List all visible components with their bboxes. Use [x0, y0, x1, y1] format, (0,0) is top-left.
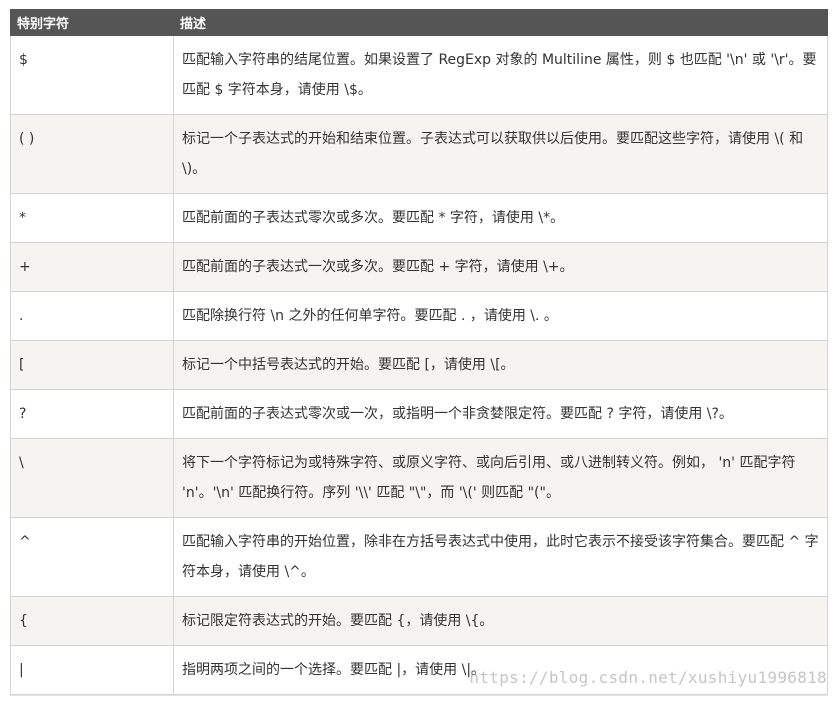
table-row: {标记限定符表达式的开始。要匹配 {，请使用 \{。 [10, 596, 828, 646]
special-char-cell: . [10, 291, 174, 341]
table-row: ( ) 标记一个子表达式的开始和结束位置。子表达式可以获取供以后使用。要匹配这些字… [10, 114, 828, 194]
description-cell: 匹配输入字符串的开始位置，除非在方括号表达式中使用，此时它表示不接受该字符集合。… [173, 517, 828, 597]
special-char-cell: $ [10, 35, 174, 115]
description-cell: 标记一个中括号表达式的开始。要匹配 [，请使用 \[。 [173, 340, 828, 390]
table-body: $ 匹配输入字符串的结尾位置。如果设置了 RegExp 对象的 Multiline… [10, 35, 828, 695]
special-char-cell: ? [10, 389, 174, 439]
table-row: * 匹配前面的子表达式零次或多次。要匹配 * 字符，请使用 \*。 [10, 193, 828, 243]
header-description: 描述 [173, 9, 828, 36]
description-cell: 匹配输入字符串的结尾位置。如果设置了 RegExp 对象的 Multiline … [173, 35, 828, 115]
special-char-cell: * [10, 193, 174, 243]
table-row: . 匹配除换行符 \n 之外的任何单字符。要匹配 . ，请使用 \. 。 [10, 291, 828, 341]
description-cell: 匹配前面的子表达式零次或多次。要匹配 * 字符，请使用 \*。 [173, 193, 828, 243]
special-char-cell: \ [10, 438, 174, 518]
table-row: ? 匹配前面的子表达式零次或一次，或指明一个非贪婪限定符。要匹配 ? 字符，请使用… [10, 389, 828, 439]
description-cell: 匹配前面的子表达式零次或一次，或指明一个非贪婪限定符。要匹配 ? 字符，请使用 … [173, 389, 828, 439]
description-cell: 标记限定符表达式的开始。要匹配 {，请使用 \{。 [173, 596, 828, 646]
special-char-cell: ^ [10, 517, 174, 597]
divider [10, 695, 827, 696]
table-row: [标记一个中括号表达式的开始。要匹配 [，请使用 \[。 [10, 340, 828, 390]
header-special-char: 特别字符 [10, 9, 174, 36]
special-char-cell: | [10, 645, 174, 695]
table-row: ^ 匹配输入字符串的开始位置，除非在方括号表达式中使用，此时它表示不接受该字符集合… [10, 517, 828, 597]
table-row: $ 匹配输入字符串的结尾位置。如果设置了 RegExp 对象的 Multiline… [10, 35, 828, 115]
description-cell: 将下一个字符标记为或特殊字符、或原义字符、或向后引用、或八进制转义符。例如， '… [173, 438, 828, 518]
description-cell: 匹配除换行符 \n 之外的任何单字符。要匹配 . ，请使用 \. 。 [173, 291, 828, 341]
special-char-cell: ( ) [10, 114, 174, 194]
special-char-cell: [ [10, 340, 174, 390]
description-cell: 匹配前面的子表达式一次或多次。要匹配 + 字符，请使用 \+。 [173, 242, 828, 292]
table-row: \ 将下一个字符标记为或特殊字符、或原义字符、或向后引用、或八进制转义符。例如， … [10, 438, 828, 518]
special-char-cell: { [10, 596, 174, 646]
special-chars-table-container: 特别字符 描述 $ 匹配输入字符串的结尾位置。如果设置了 RegExp 对象的 M… [10, 9, 828, 695]
watermark: https://blog.csdn.net/xushiyu1996818 [469, 668, 827, 687]
special-char-cell: + [10, 242, 174, 292]
table-row: + 匹配前面的子表达式一次或多次。要匹配 + 字符，请使用 \+。 [10, 242, 828, 292]
special-chars-table: 特别字符 描述 $ 匹配输入字符串的结尾位置。如果设置了 RegExp 对象的 M… [10, 9, 828, 695]
description-cell: 标记一个子表达式的开始和结束位置。子表达式可以获取供以后使用。要匹配这些字符，请… [173, 114, 828, 194]
table-header-row: 特别字符 描述 [10, 9, 828, 36]
